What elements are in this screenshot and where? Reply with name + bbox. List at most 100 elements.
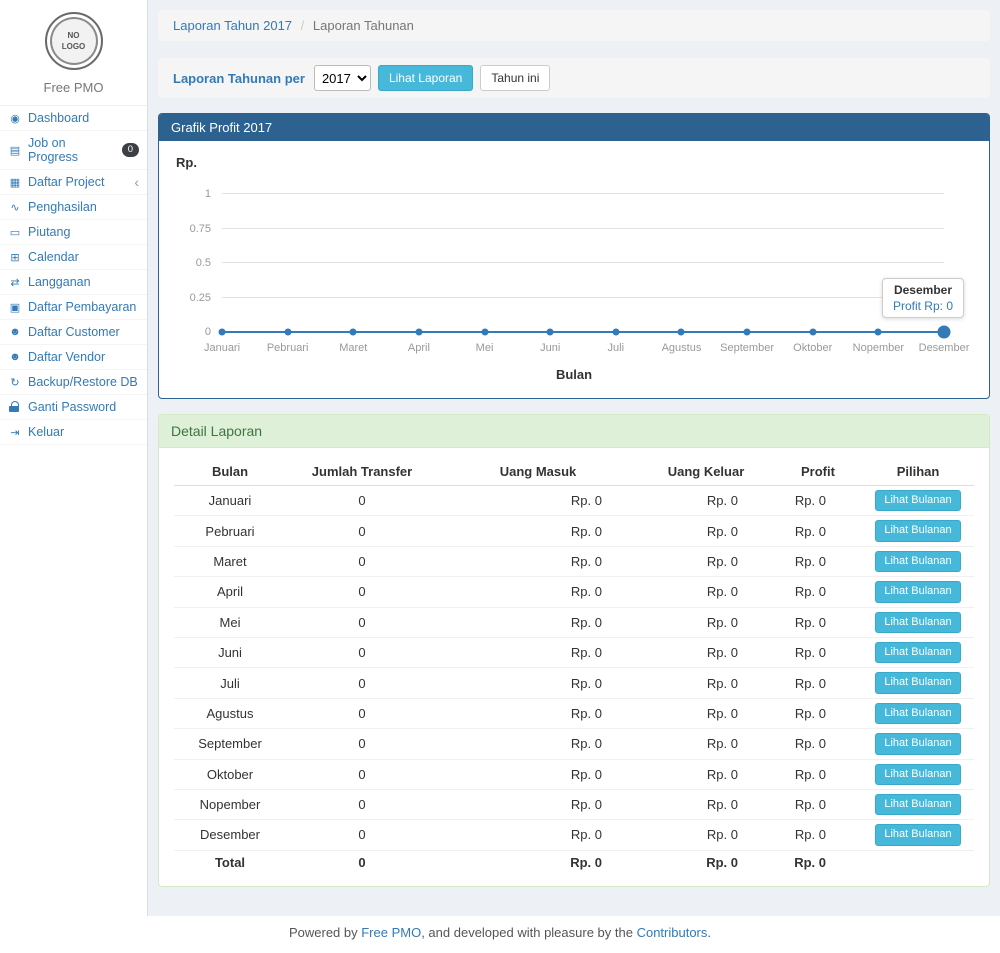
- cell-jumlah-transfer: 0: [286, 577, 438, 607]
- y-axis-title: Rp.: [176, 155, 974, 170]
- y-tick-label: 1: [205, 188, 222, 200]
- chart-point-mei[interactable]: [481, 329, 488, 336]
- cell-total-profit: Rp. 0: [774, 850, 862, 874]
- sidebar-item-langganan[interactable]: ⇄Langganan: [0, 270, 147, 295]
- chart-point-maret[interactable]: [350, 329, 357, 336]
- x-axis-labels: JanuariPebruariMaretAprilMeiJuniJuliAgus…: [222, 342, 944, 356]
- lihat-laporan-button[interactable]: Lihat Laporan: [378, 65, 473, 91]
- tahun-ini-button[interactable]: Tahun ini: [480, 65, 550, 91]
- lihat-bulanan-button[interactable]: Lihat Bulanan: [875, 581, 960, 602]
- exchange-icon: ⇄: [8, 276, 22, 289]
- lihat-bulanan-button[interactable]: Lihat Bulanan: [875, 764, 960, 785]
- cell-total-uang-keluar: Rp. 0: [638, 850, 774, 874]
- table-icon: ▦: [8, 176, 22, 189]
- cell-profit: Rp. 0: [774, 607, 862, 637]
- chart-point-april[interactable]: [415, 329, 422, 336]
- lihat-bulanan-button[interactable]: Lihat Bulanan: [875, 642, 960, 663]
- lihat-bulanan-button[interactable]: Lihat Bulanan: [875, 794, 960, 815]
- cell-uang-masuk: Rp. 0: [438, 759, 638, 789]
- sidebar-item-dashboard[interactable]: ◉Dashboard: [0, 106, 147, 131]
- chart-point-oktober[interactable]: [809, 329, 816, 336]
- x-tick-label: Mei: [476, 342, 494, 354]
- money-icon: ▭: [8, 226, 22, 239]
- cell-profit: Rp. 0: [774, 486, 862, 516]
- cell-jumlah-transfer: 0: [286, 516, 438, 546]
- sidebar-item-label: Piutang: [28, 225, 70, 239]
- column-header-uang-keluar: Uang Keluar: [638, 458, 774, 486]
- sidebar-item-label: Ganti Password: [28, 400, 116, 414]
- chart-point-juni[interactable]: [547, 329, 554, 336]
- chart-point-januari[interactable]: [219, 329, 226, 336]
- cell-uang-masuk: Rp. 0: [438, 577, 638, 607]
- logo-text: NO LOGO: [59, 30, 89, 52]
- sidebar-item-daftar-project[interactable]: ▦Daftar Project‹: [0, 170, 147, 195]
- sidebar-item-label: Penghasilan: [28, 200, 97, 214]
- sidebar-item-ganti-password[interactable]: Ganti Password: [0, 395, 147, 420]
- cell-profit: Rp. 0: [774, 668, 862, 698]
- chart-point-desember[interactable]: [938, 326, 951, 339]
- cell-jumlah-transfer: 0: [286, 546, 438, 576]
- chart-point-pebruari[interactable]: [284, 329, 291, 336]
- y-tick-label: 0.25: [190, 292, 222, 304]
- cell-bulan: Mei: [174, 607, 286, 637]
- cell-uang-masuk: Rp. 0: [438, 516, 638, 546]
- cell-pilihan: Lihat Bulanan: [862, 486, 974, 516]
- sidebar-item-keluar[interactable]: ⇥Keluar: [0, 420, 147, 445]
- cell-jumlah-transfer: 0: [286, 729, 438, 759]
- sidebar-item-daftar-pembayaran[interactable]: ▣ Daftar Pembayaran: [0, 295, 147, 320]
- sidebar-item-daftar-customer[interactable]: ☻Daftar Customer: [0, 320, 147, 345]
- chart-point-agustus[interactable]: [678, 329, 685, 336]
- detail-table-head: BulanJumlah TransferUang MasukUang Kelua…: [174, 458, 974, 486]
- users-icon: ☻: [8, 326, 22, 338]
- breadcrumb-separator: /: [301, 18, 305, 33]
- chart-point-nopember[interactable]: [875, 329, 882, 336]
- sidebar-item-daftar-vendor[interactable]: ☻Daftar Vendor: [0, 345, 147, 370]
- sidebar-item-penghasilan[interactable]: ∿Penghasilan: [0, 195, 147, 220]
- cell-total-label: Total: [174, 850, 286, 874]
- lihat-bulanan-button[interactable]: Lihat Bulanan: [875, 824, 960, 845]
- x-tick-label: Januari: [204, 342, 240, 354]
- sidebar-item-label: Daftar Vendor: [28, 350, 105, 364]
- sidebar-item-backup-restore-db[interactable]: ↻Backup/Restore DB: [0, 370, 147, 395]
- table-row-juli: Juli0Rp. 0Rp. 0Rp. 0Lihat Bulanan: [174, 668, 974, 698]
- gridline: 1: [222, 193, 944, 194]
- sidebar-item-piutang[interactable]: ▭ Piutang: [0, 220, 147, 245]
- breadcrumb: Laporan Tahun 2017 / Laporan Tahunan: [158, 10, 990, 41]
- lihat-bulanan-button[interactable]: Lihat Bulanan: [875, 551, 960, 572]
- cell-jumlah-transfer: 0: [286, 698, 438, 728]
- gridline: 0.5: [222, 262, 944, 263]
- year-select[interactable]: 2017: [314, 65, 371, 91]
- lihat-bulanan-button[interactable]: Lihat Bulanan: [875, 703, 960, 724]
- sidebar-item-calendar[interactable]: ⊞Calendar: [0, 245, 147, 270]
- lihat-bulanan-button[interactable]: Lihat Bulanan: [875, 612, 960, 633]
- sidebar-item-job-on-progress[interactable]: ▤Job on Progress0: [0, 131, 147, 170]
- lihat-bulanan-button[interactable]: Lihat Bulanan: [875, 520, 960, 541]
- lihat-bulanan-button[interactable]: Lihat Bulanan: [875, 672, 960, 693]
- cell-uang-keluar: Rp. 0: [638, 577, 774, 607]
- cell-jumlah-transfer: 0: [286, 759, 438, 789]
- table-row-desember: Desember0Rp. 0Rp. 0Rp. 0Lihat Bulanan: [174, 820, 974, 850]
- cell-uang-masuk: Rp. 0: [438, 729, 638, 759]
- cell-jumlah-transfer: 0: [286, 486, 438, 516]
- footer-contributors-link[interactable]: Contributors: [637, 925, 708, 940]
- chart-point-september[interactable]: [744, 329, 751, 336]
- detail-table-head-row: BulanJumlah TransferUang MasukUang Kelua…: [174, 458, 974, 486]
- lihat-bulanan-button[interactable]: Lihat Bulanan: [875, 490, 960, 511]
- dashboard-icon: ◉: [8, 112, 22, 125]
- cell-uang-keluar: Rp. 0: [638, 516, 774, 546]
- x-tick-label: Agustus: [662, 342, 702, 354]
- brand: NO LOGO Free PMO: [0, 0, 147, 106]
- lihat-bulanan-button[interactable]: Lihat Bulanan: [875, 733, 960, 754]
- y-tick-label: 0.75: [190, 223, 222, 235]
- sidebar-item-label: Daftar Pembayaran: [28, 300, 136, 314]
- chart-point-juli[interactable]: [612, 329, 619, 336]
- cell-jumlah-transfer: 0: [286, 789, 438, 819]
- cell-uang-keluar: Rp. 0: [638, 607, 774, 637]
- detail-laporan-panel: Detail Laporan BulanJumlah TransferUang …: [158, 414, 990, 887]
- footer-free-pmo-link[interactable]: Free PMO: [361, 925, 421, 940]
- payment-icon: ▣: [8, 301, 22, 314]
- cell-profit: Rp. 0: [774, 698, 862, 728]
- x-axis-title: Bulan: [174, 367, 974, 382]
- count-badge: 0: [122, 143, 139, 157]
- breadcrumb-link-laporan-tahun[interactable]: Laporan Tahun 2017: [173, 18, 292, 33]
